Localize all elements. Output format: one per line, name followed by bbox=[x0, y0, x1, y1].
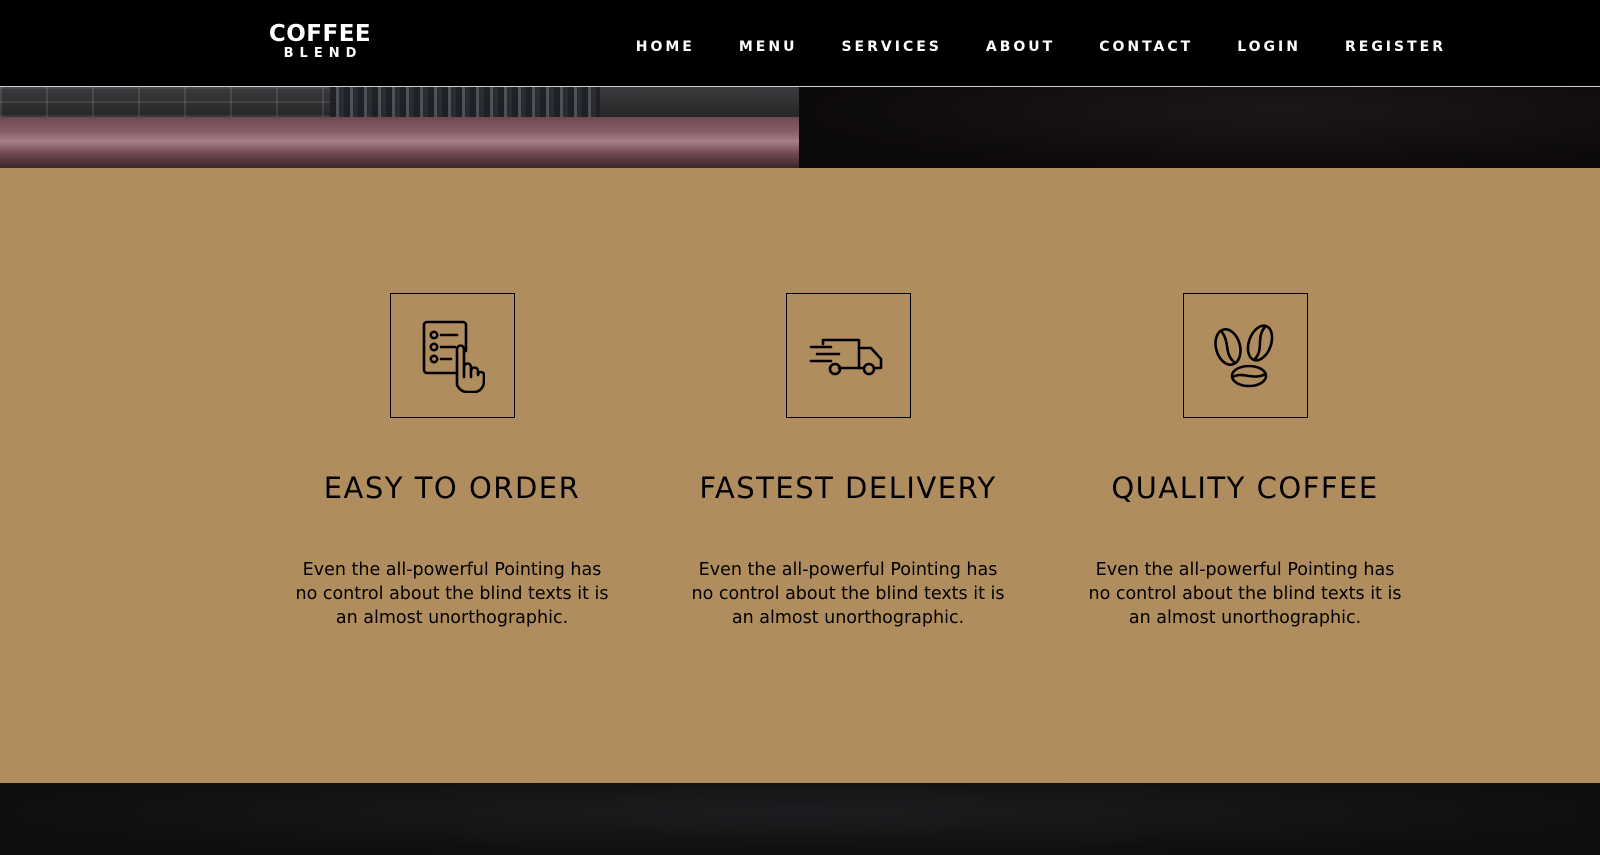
nav-item-about: ABOUT bbox=[986, 36, 1055, 56]
hero-photo-shelf bbox=[330, 87, 600, 117]
nav-link-menu[interactable]: MENU bbox=[739, 38, 798, 56]
nav-link-login[interactable]: LOGIN bbox=[1237, 38, 1301, 56]
service-title: QUALITY COFFEE bbox=[1111, 471, 1379, 505]
nav-item-home: HOME bbox=[636, 36, 695, 56]
service-icon-box bbox=[1183, 293, 1308, 418]
nav-item-menu: MENU bbox=[739, 36, 798, 56]
hero-cafe-photo bbox=[0, 87, 799, 168]
nav-link-services[interactable]: SERVICES bbox=[841, 38, 941, 56]
hero-image-strip bbox=[0, 87, 1600, 168]
nav-link-contact[interactable]: CONTACT bbox=[1099, 38, 1193, 56]
delivery-truck-icon bbox=[809, 338, 882, 375]
order-list-icon bbox=[422, 320, 485, 393]
hero-dark-panel bbox=[799, 87, 1600, 168]
nav-menu: HOME MENU SERVICES ABOUT CONTACT LOGIN R… bbox=[592, 36, 1446, 56]
services-section: EASY TO ORDER Even the all-powerful Poin… bbox=[0, 168, 1600, 783]
brand-name-top: COFFEE bbox=[268, 21, 372, 47]
service-description: Even the all-powerful Pointing has no co… bbox=[691, 560, 1005, 628]
navbar: COFFEE BLEND HOME MENU SERVICES ABOUT CO… bbox=[0, 0, 1600, 87]
service-title: EASY TO ORDER bbox=[323, 471, 581, 505]
nav-link-home[interactable]: HOME bbox=[636, 38, 695, 56]
nav-item-services: SERVICES bbox=[841, 36, 941, 56]
coffee-beans-icon bbox=[1213, 323, 1273, 387]
nav-item-contact: CONTACT bbox=[1099, 36, 1193, 56]
service-icon-box bbox=[786, 293, 911, 418]
service-icon-box bbox=[390, 293, 515, 418]
nav-link-about[interactable]: ABOUT bbox=[986, 38, 1055, 56]
nav-link-register[interactable]: REGISTER bbox=[1345, 38, 1446, 56]
service-description: Even the all-powerful Pointing has no co… bbox=[1088, 560, 1402, 628]
hero-photo-counter bbox=[0, 117, 799, 168]
brand-logo[interactable]: COFFEE BLEND bbox=[268, 22, 372, 62]
next-section-background bbox=[0, 783, 1600, 855]
service-title: FASTEST DELIVERY bbox=[699, 471, 997, 505]
nav-item-login: LOGIN bbox=[1237, 36, 1301, 56]
brand-name-bottom: BLEND bbox=[283, 46, 363, 61]
service-description: Even the all-powerful Pointing has no co… bbox=[295, 560, 609, 628]
nav-item-register: REGISTER bbox=[1345, 36, 1446, 56]
